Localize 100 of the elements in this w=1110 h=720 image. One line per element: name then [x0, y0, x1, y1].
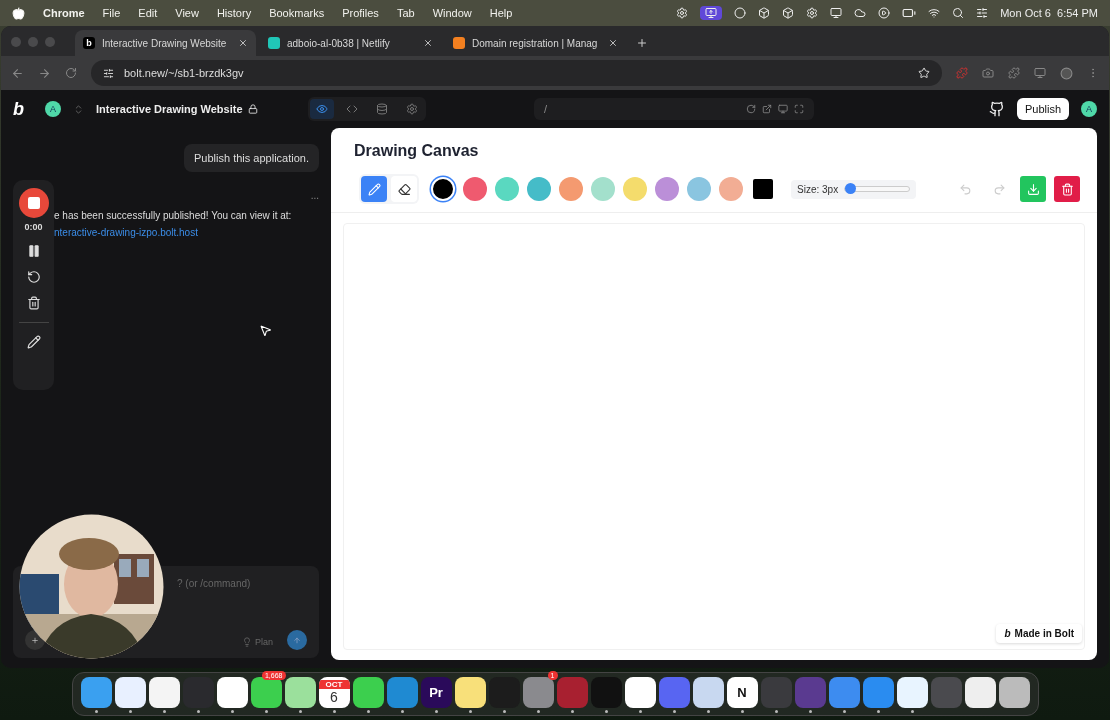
camera-icon[interactable] [982, 67, 994, 79]
cloud-icon[interactable] [854, 7, 867, 19]
site-settings-icon[interactable] [103, 67, 114, 79]
search-icon[interactable] [952, 7, 965, 19]
app-icon[interactable] [284, 677, 316, 708]
close-icon[interactable] [423, 38, 433, 48]
apple-icon[interactable] [12, 6, 25, 20]
menu-item[interactable]: View [175, 7, 199, 19]
browser-tab[interactable]: Domain registration | Manag [445, 30, 626, 56]
stop-button[interactable] [18, 188, 49, 218]
user-avatar[interactable]: A [1081, 101, 1097, 117]
app-icon[interactable] [998, 677, 1030, 708]
github-icon[interactable] [988, 101, 1005, 117]
screen-share-icon[interactable] [700, 6, 723, 20]
menu-item[interactable]: Bookmarks [269, 7, 325, 19]
app-icon[interactable] [454, 677, 486, 708]
external-link-icon[interactable] [762, 104, 772, 114]
send-button[interactable] [287, 630, 307, 650]
menu-item[interactable]: File [102, 7, 121, 19]
mouse-cursor-icon [259, 324, 272, 337]
team-avatar[interactable]: A [45, 101, 61, 117]
reload-icon[interactable] [65, 67, 77, 79]
color-swatch[interactable] [495, 177, 519, 201]
close-icon[interactable] [608, 38, 618, 48]
battery-icon[interactable] [902, 6, 917, 20]
status-icon[interactable] [676, 7, 689, 19]
slider-thumb[interactable] [845, 183, 857, 194]
menu-item[interactable]: Edit [138, 7, 158, 19]
tab-favicon [453, 37, 465, 49]
browser-tab[interactable]: b Interactive Drawing Website [75, 30, 256, 56]
tab-favicon [268, 37, 280, 49]
window-icon[interactable] [830, 7, 843, 19]
reload-icon[interactable] [746, 104, 756, 114]
status-icon[interactable] [782, 7, 795, 19]
size-slider[interactable] [844, 186, 911, 192]
site-link[interactable]: nteractive-drawing-izpo.bolt.host [54, 224, 198, 241]
monitor-icon[interactable] [778, 104, 788, 114]
status-icon[interactable] [734, 7, 747, 19]
preview-tab[interactable] [310, 99, 334, 119]
eraser-icon [397, 182, 411, 196]
publish-button[interactable]: Publish [1016, 98, 1069, 120]
menu-item[interactable]: Chrome [43, 7, 85, 19]
app-icon[interactable] [216, 677, 248, 708]
app-icon[interactable] [352, 677, 384, 708]
back-icon[interactable] [11, 66, 24, 80]
bolt-logo[interactable]: b [13, 98, 33, 120]
app-icon[interactable] [896, 677, 928, 708]
window-icon[interactable] [1034, 67, 1046, 79]
download-button[interactable] [1020, 176, 1047, 202]
made-in-bolt-badge[interactable]: b Made in Bolt [996, 624, 1082, 643]
app-icon[interactable] [250, 677, 282, 708]
fullscreen-icon[interactable] [794, 104, 804, 114]
color-swatch[interactable] [591, 177, 615, 201]
eraser-tool[interactable] [391, 176, 417, 202]
more-options[interactable]: ... [310, 190, 319, 201]
color-swatch[interactable] [687, 177, 711, 201]
app-icon[interactable] [114, 677, 146, 708]
color-picker[interactable] [753, 179, 773, 199]
address-bar[interactable]: bolt.new/~/sb1-brzdk3gv [91, 60, 942, 86]
cube-icon[interactable] [758, 7, 771, 19]
app-icon[interactable] [692, 677, 724, 708]
pause-icon[interactable] [26, 244, 41, 258]
extensions-icon[interactable] [1008, 67, 1020, 79]
app-icon[interactable]: Pr [420, 677, 452, 708]
app-icon[interactable] [148, 677, 180, 708]
menu-clock[interactable]: Mon Oct 6 6:54 PM [1000, 7, 1098, 19]
menu-item[interactable]: Window [432, 7, 472, 19]
color-swatch[interactable] [719, 177, 743, 201]
forward-icon[interactable] [38, 66, 51, 80]
gear-icon[interactable] [806, 7, 819, 19]
menu-item[interactable]: Help [489, 7, 513, 19]
play-icon[interactable] [878, 7, 891, 19]
clear-button[interactable] [1054, 176, 1081, 202]
wifi-icon[interactable] [928, 7, 941, 19]
trash-icon[interactable] [26, 296, 41, 310]
menu-item[interactable]: Profiles [342, 7, 379, 19]
color-swatch[interactable] [431, 177, 455, 201]
code-icon [346, 103, 358, 115]
drawing-canvas[interactable]: b Made in Bolt [343, 223, 1085, 650]
new-tab-icon[interactable] [636, 37, 648, 49]
size-label: Size: 3px [797, 183, 839, 195]
color-swatch[interactable] [655, 177, 679, 201]
menu-item[interactable]: Tab [396, 7, 415, 19]
color-swatch[interactable] [559, 177, 583, 201]
restart-icon[interactable] [26, 270, 41, 284]
app-icon[interactable] [624, 677, 656, 708]
browser-tab[interactable]: adboio-al-0b38 | Netlify [260, 30, 441, 56]
menu-item[interactable]: History [216, 7, 252, 19]
undo-icon [958, 182, 972, 196]
app-icon[interactable] [964, 677, 996, 708]
bookmark-star-icon[interactable] [918, 67, 930, 79]
app-icon[interactable]: N [726, 677, 758, 708]
app-icon[interactable]: OCT 6 [318, 677, 350, 708]
color-swatch[interactable] [527, 177, 551, 201]
profile-icon[interactable] [1060, 66, 1073, 80]
color-swatch[interactable] [463, 177, 487, 201]
pencil-icon[interactable] [26, 335, 41, 349]
close-icon[interactable] [238, 38, 248, 48]
control-center-icon[interactable] [976, 7, 989, 19]
color-swatch[interactable] [623, 177, 647, 201]
